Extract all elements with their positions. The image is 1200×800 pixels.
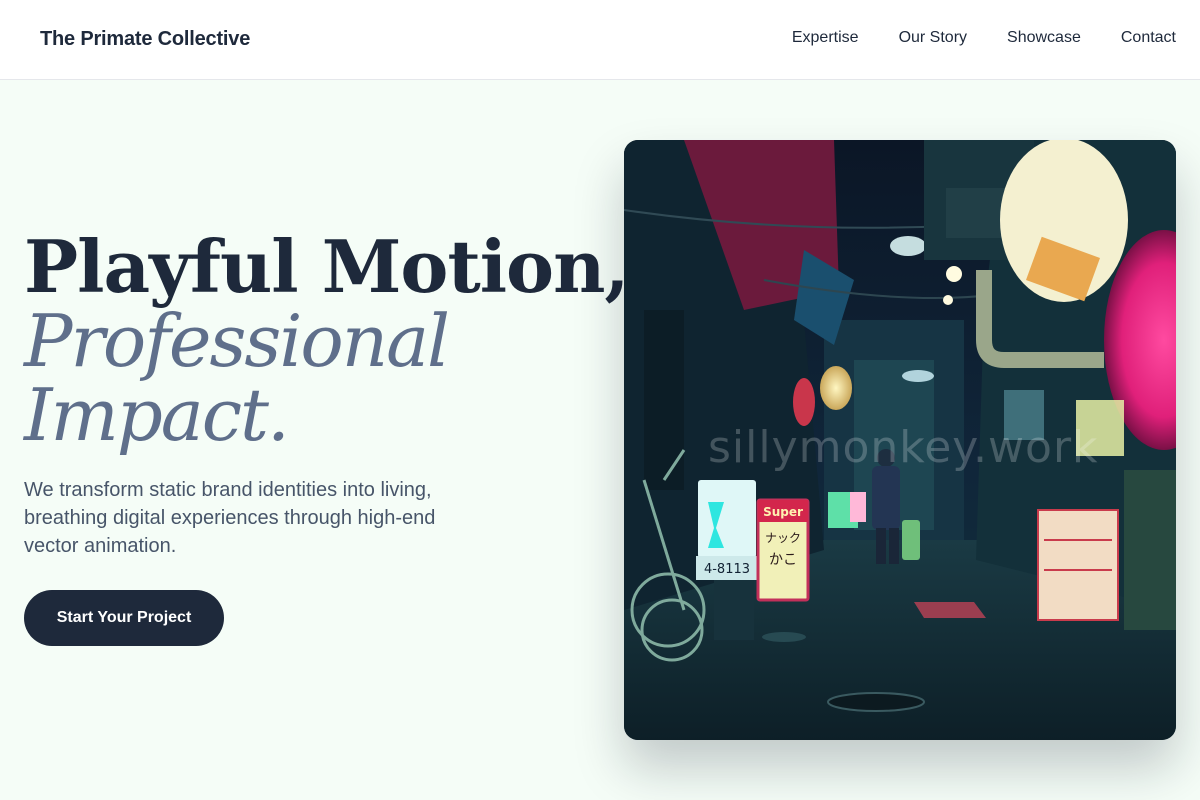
- cyan-k-sign: [698, 480, 756, 558]
- hero-title-line-1: Playful Motion,: [24, 224, 629, 309]
- hero-title: Playful Motion, Professional Impact.: [24, 224, 629, 457]
- photo-watermark: sillymonkey.work: [708, 422, 1099, 473]
- svg-text:かこ: かこ: [769, 552, 797, 568]
- start-project-button[interactable]: Start Your Project: [24, 590, 224, 646]
- menu-board: [1037, 509, 1119, 621]
- svg-text:ナック: ナック: [765, 531, 801, 545]
- nav-link-our-story[interactable]: Our Story: [899, 29, 967, 47]
- top-navbar: The Primate Collective Expertise Our Sto…: [0, 0, 1200, 80]
- hero-title-line-3: Impact.: [24, 373, 290, 457]
- hero-subtitle: We transform static brand identities int…: [24, 479, 436, 557]
- svg-text:Super: Super: [763, 505, 803, 519]
- hero-title-line-2: Professional: [24, 299, 450, 383]
- sign-phone: 4-8113: [704, 562, 750, 577]
- brand-logo-text[interactable]: The Primate Collective: [40, 28, 250, 51]
- hero-photo-neon-alley: 4-8113 Super ナック かこ sillymonkey.work: [624, 140, 1176, 740]
- nav-link-expertise[interactable]: Expertise: [792, 29, 859, 47]
- main-nav: Expertise Our Story Showcase Contact: [792, 29, 1176, 47]
- nav-link-contact[interactable]: Contact: [1121, 29, 1176, 47]
- nav-link-showcase[interactable]: Showcase: [1007, 29, 1081, 47]
